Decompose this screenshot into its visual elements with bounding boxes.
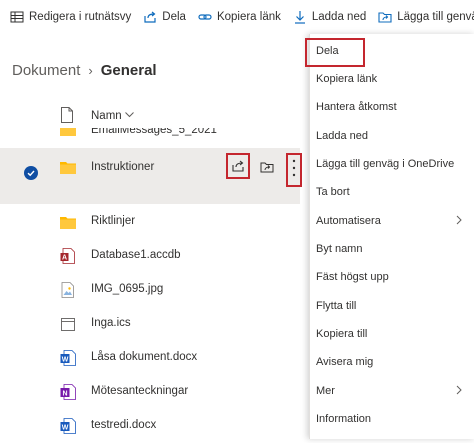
menu-share-highlight [305, 38, 365, 67]
download-button[interactable]: Ladda ned [293, 10, 366, 24]
image-file-icon [61, 282, 74, 298]
file-name[interactable]: IMG_0695.jpg [91, 283, 163, 295]
file-name[interactable]: Riktlinjer [91, 215, 135, 227]
command-bar: Redigera i rutnätsvy Dela Kopiera länk L… [0, 0, 474, 34]
onenote-file-icon: N [60, 384, 76, 400]
menu-item-add-shortcut[interactable]: Lägga till genväg i OneDrive [310, 150, 474, 178]
chevron-down-icon[interactable] [125, 112, 134, 118]
share-label: Dela [162, 11, 186, 23]
folder-icon [60, 217, 76, 229]
file-name[interactable]: Mötesanteckningar [91, 385, 188, 397]
file-type-header-icon[interactable] [60, 106, 74, 124]
chevron-right-icon [456, 215, 462, 225]
row-share-icon[interactable] [231, 159, 245, 173]
menu-item-label: Mer [316, 385, 335, 397]
breadcrumb-separator: › [88, 63, 93, 78]
menu-item-label: Information [316, 413, 372, 425]
menu-item-pin-to-top[interactable]: Fäst högst upp [310, 263, 474, 291]
file-name[interactable]: EmailMessages_5_2021 [91, 128, 217, 136]
menu-item-label: Hantera åtkomst [316, 101, 397, 113]
list-item[interactable]: W Låsa dokument.docx [0, 341, 300, 375]
list-item[interactable]: IMG_0695.jpg [0, 273, 300, 307]
menu-item-label: Kopiera till [316, 328, 368, 340]
context-menu: Dela Kopiera länk Hantera åtkomst Ladda … [309, 34, 474, 439]
menu-item-alert-me[interactable]: Avisera mig [310, 348, 474, 376]
chevron-right-icon [456, 385, 462, 395]
grid-icon [10, 11, 24, 23]
file-name[interactable]: Låsa dokument.docx [91, 351, 197, 363]
menu-item-download[interactable]: Ladda ned [310, 122, 474, 150]
list-item[interactable]: N Mötesanteckningar [0, 375, 300, 409]
menu-item-move-to[interactable]: Flytta till [310, 292, 474, 320]
table-row-selected[interactable]: Instruktioner [0, 148, 302, 204]
menu-item-rename[interactable]: Byt namn [310, 235, 474, 263]
menu-item-automate[interactable]: Automatisera [310, 207, 474, 235]
file-name[interactable]: Database1.accdb [91, 249, 181, 261]
menu-item-label: Flytta till [316, 300, 357, 312]
svg-text:N: N [62, 390, 67, 397]
add-shortcut-label: Lägga till genvä [397, 11, 474, 23]
folder-icon [60, 162, 76, 174]
menu-item-label: Kopiera länk [316, 73, 378, 85]
column-header: Namn [0, 104, 300, 130]
menu-item-label: Fäst högst upp [316, 271, 389, 283]
name-column-header[interactable]: Namn [91, 110, 122, 122]
menu-item-delete[interactable]: Ta bort [310, 178, 474, 206]
list-item[interactable]: EmailMessages_5_2021 [0, 128, 300, 142]
folder-icon [60, 128, 76, 136]
download-label: Ladda ned [311, 11, 367, 23]
menu-item-details[interactable]: Information [310, 405, 474, 433]
list-item[interactable]: Riktlinjer [0, 205, 300, 239]
add-shortcut-icon [378, 12, 392, 23]
file-name[interactable]: Inga.ics [91, 317, 131, 329]
menu-item-manage-access[interactable]: Hantera åtkomst [310, 93, 474, 121]
menu-item-label: Avisera mig [316, 356, 374, 368]
menu-item-label: Ladda ned [316, 130, 368, 142]
file-name[interactable]: testredi.docx [91, 419, 156, 431]
list-item[interactable]: W testredi.docx [0, 409, 300, 443]
selected-check-icon[interactable] [24, 166, 38, 180]
menu-item-copy-link[interactable]: Kopiera länk [310, 65, 474, 93]
list-item[interactable]: Inga.ics [0, 307, 300, 341]
breadcrumb-root[interactable]: Dokument [12, 62, 80, 79]
add-shortcut-button[interactable]: Lägga till genvä [378, 10, 474, 24]
svg-text:A: A [62, 255, 67, 262]
share-button[interactable]: Dela [143, 10, 186, 24]
breadcrumb: Dokument › General [12, 62, 157, 79]
copy-link-button[interactable]: Kopiera länk [198, 10, 281, 24]
breadcrumb-current: General [100, 62, 157, 79]
menu-item-copy-to[interactable]: Kopiera till [310, 320, 474, 348]
copy-link-label: Kopiera länk [216, 11, 281, 23]
row-add-shortcut-icon[interactable] [260, 160, 274, 174]
word-file-icon: W [60, 418, 76, 434]
calendar-file-icon [61, 318, 75, 331]
menu-item-label: Byt namn [316, 243, 363, 255]
menu-item-more[interactable]: Mer [310, 377, 474, 405]
svg-text:W: W [62, 424, 69, 431]
access-file-icon: A [60, 248, 75, 264]
word-file-icon: W [60, 350, 76, 366]
more-actions-icon[interactable] [292, 159, 296, 177]
list-item[interactable]: A Database1.accdb [0, 239, 300, 273]
share-icon [144, 11, 156, 23]
menu-item-label: Ta bort [316, 186, 350, 198]
file-name[interactable]: Instruktioner [91, 161, 154, 173]
menu-item-label: Automatisera [316, 215, 381, 227]
link-icon [198, 14, 212, 20]
svg-text:W: W [62, 356, 69, 363]
menu-item-label: Lägga till genväg i OneDrive [316, 158, 455, 170]
download-icon [294, 11, 305, 24]
edit-grid-label: Redigera i rutnätsvy [29, 11, 132, 23]
edit-grid-button[interactable]: Redigera i rutnätsvy [10, 10, 131, 24]
